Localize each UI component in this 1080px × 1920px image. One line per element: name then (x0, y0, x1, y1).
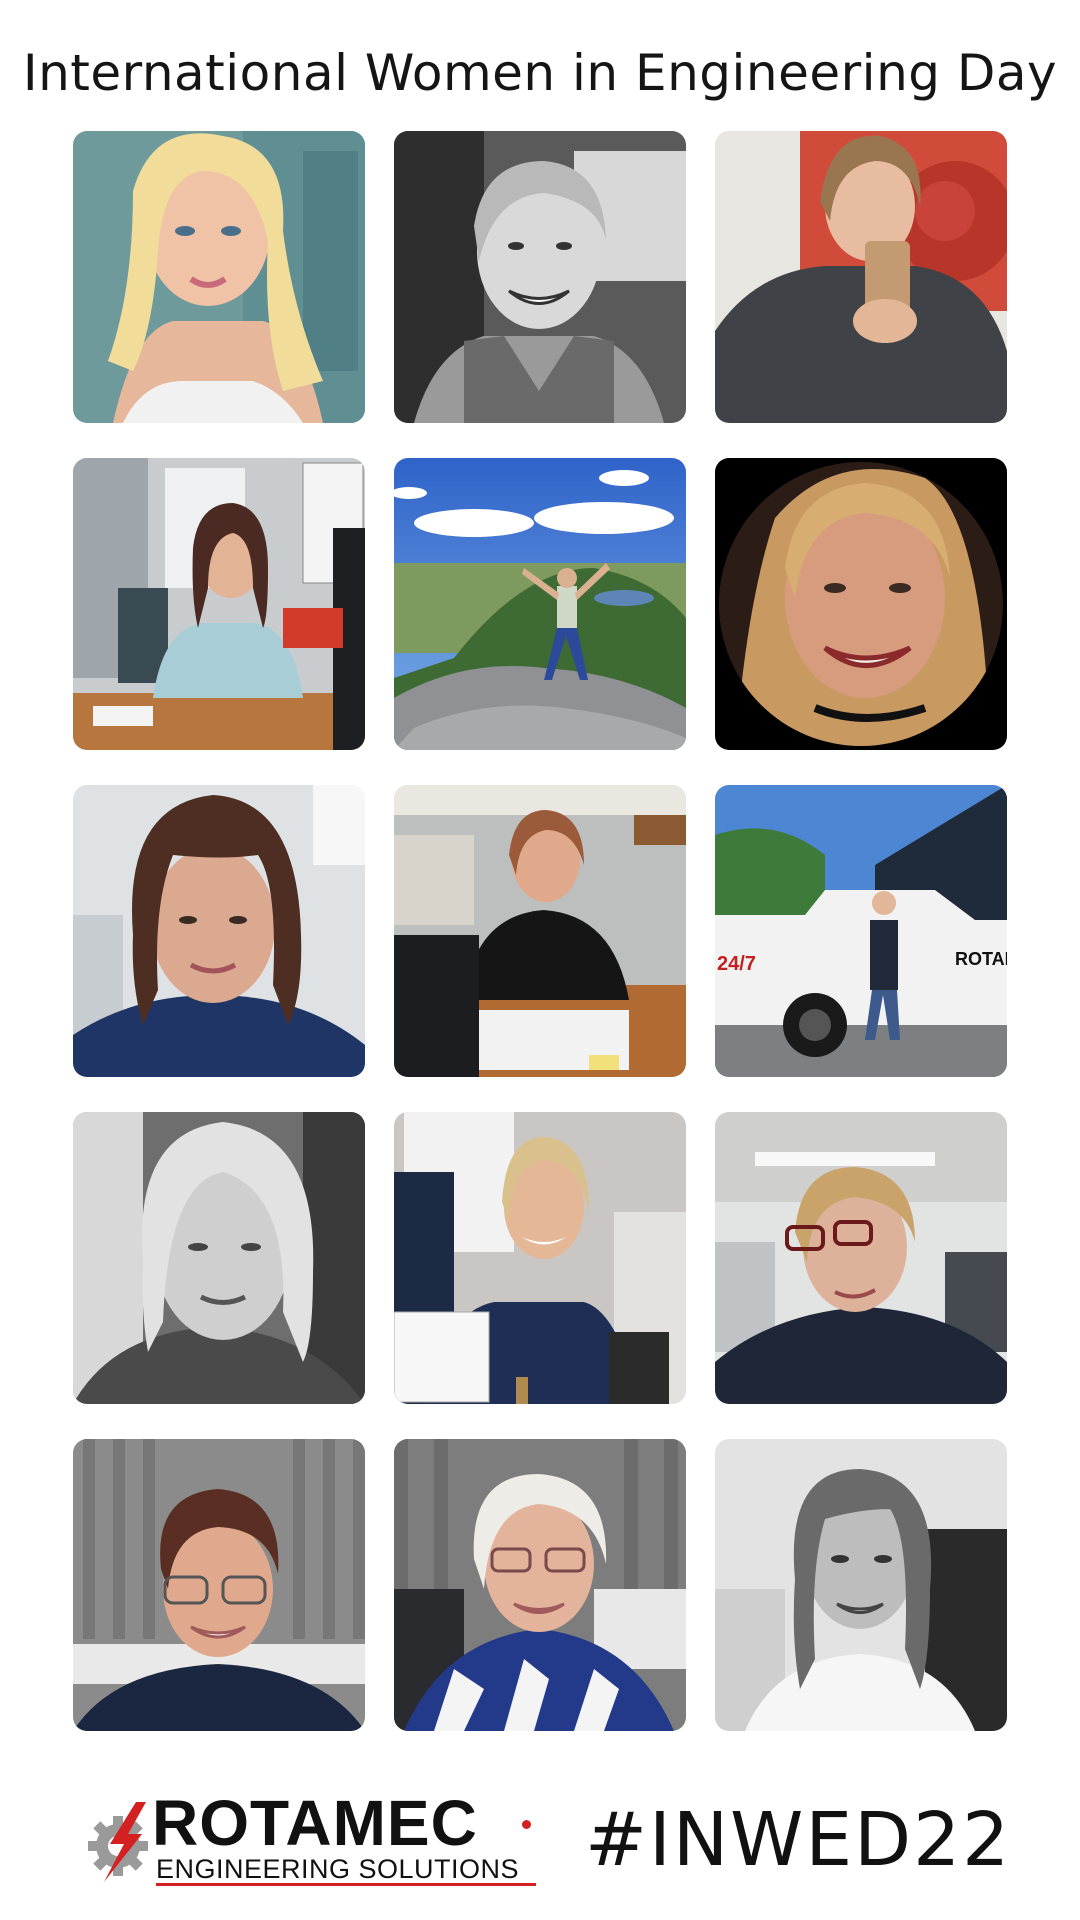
photo-5 (394, 458, 686, 750)
hashtag: #INWED22 (585, 1797, 1012, 1883)
photo-9: ROTAMEC 24/7 (715, 785, 1007, 1077)
van-brand-text: ROTAMEC (955, 949, 1007, 969)
photo-13 (73, 1439, 365, 1731)
photo-10 (73, 1112, 365, 1404)
logo-underline (156, 1883, 536, 1886)
photo-4 (73, 458, 365, 750)
photo-1 (73, 131, 365, 423)
logo-red-dot (522, 1820, 531, 1829)
gear-lightning-icon (88, 1802, 148, 1882)
photo-6 (715, 458, 1007, 750)
photo-2 (394, 131, 686, 423)
logo-subtitle: ENGINEERING SOLUTIONS (156, 1854, 520, 1884)
van-hours-text: 24/7 (717, 953, 756, 975)
logo-wordmark: ROTAMEC (152, 1787, 478, 1859)
page-title: International Women in Engineering Day (22, 44, 1058, 102)
photo-15 (715, 1439, 1007, 1731)
photo-12 (715, 1112, 1007, 1404)
photo-7 (73, 785, 365, 1077)
photo-14 (394, 1439, 686, 1731)
photo-8 (394, 785, 686, 1077)
photo-11 (394, 1112, 686, 1404)
rotamec-logo: ROTAMEC ENGINEERING SOLUTIONS (80, 1790, 540, 1890)
photo-grid: ROTAMEC 24/7 (73, 131, 1007, 1731)
photo-3 (715, 131, 1007, 423)
